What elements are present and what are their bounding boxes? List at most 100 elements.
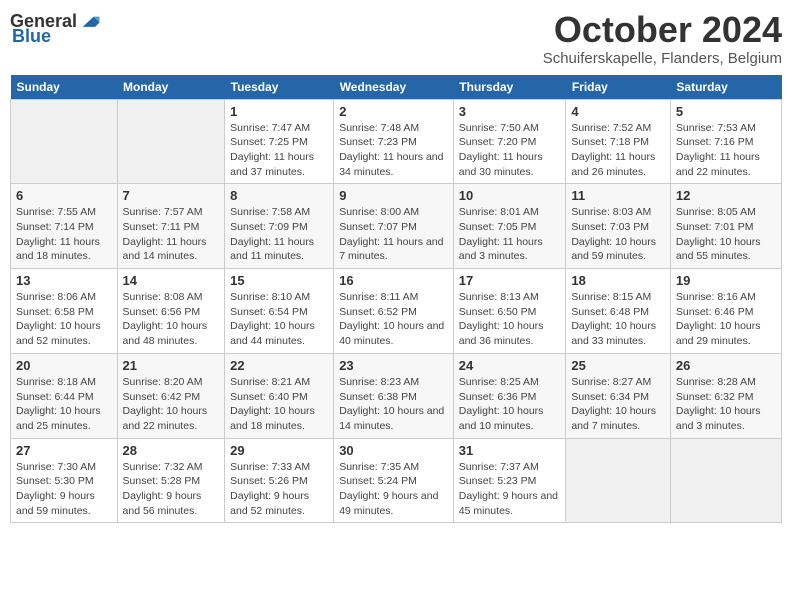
calendar-body: 1 Sunrise: 7:47 AM Sunset: 7:25 PM Daylig… <box>11 99 782 523</box>
day-info: Sunrise: 8:10 AM Sunset: 6:54 PM Dayligh… <box>230 290 328 349</box>
calendar-header-row: SundayMondayTuesdayWednesdayThursdayFrid… <box>11 75 782 100</box>
calendar-week-row: 13 Sunrise: 8:06 AM Sunset: 6:58 PM Dayli… <box>11 269 782 354</box>
calendar-cell: 19Sunrise: 8:16 AM Sunset: 6:46 PM Dayli… <box>670 269 781 354</box>
title-block: October 2024 Schuiferskapelle, Flanders,… <box>543 10 782 67</box>
day-number: 25 <box>571 358 665 373</box>
calendar-cell: 25 Sunrise: 8:27 AM Sunset: 6:34 PM Dayli… <box>566 353 671 438</box>
calendar-cell: 11Sunrise: 8:03 AM Sunset: 7:03 PM Dayli… <box>566 184 671 269</box>
day-info: Sunrise: 8:23 AM Sunset: 6:38 PM Dayligh… <box>339 375 448 434</box>
day-info: Sunrise: 8:11 AM Sunset: 6:52 PM Dayligh… <box>339 290 448 349</box>
day-number: 28 <box>123 443 220 458</box>
calendar-day-header: Thursday <box>453 75 566 100</box>
calendar-cell: 7 Sunrise: 7:57 AM Sunset: 7:11 PM Daylig… <box>117 184 225 269</box>
day-number: 15 <box>230 273 328 288</box>
day-number: 22 <box>230 358 328 373</box>
calendar-cell: 17 Sunrise: 8:13 AM Sunset: 6:50 PM Dayli… <box>453 269 566 354</box>
calendar-day-header: Saturday <box>670 75 781 100</box>
calendar-cell: 9 Sunrise: 8:00 AM Sunset: 7:07 PM Daylig… <box>334 184 454 269</box>
calendar-cell <box>11 99 118 184</box>
calendar-cell: 1 Sunrise: 7:47 AM Sunset: 7:25 PM Daylig… <box>225 99 334 184</box>
day-number: 18 <box>571 273 665 288</box>
calendar-cell: 27Sunrise: 7:30 AM Sunset: 5:30 PM Dayli… <box>11 438 118 523</box>
day-info: Sunrise: 7:32 AM Sunset: 5:28 PM Dayligh… <box>123 460 220 519</box>
day-info: Sunrise: 8:03 AM Sunset: 7:03 PM Dayligh… <box>571 205 665 264</box>
calendar-cell: 13 Sunrise: 8:06 AM Sunset: 6:58 PM Dayli… <box>11 269 118 354</box>
day-info: Sunrise: 7:30 AM Sunset: 5:30 PM Dayligh… <box>16 460 112 519</box>
calendar-day-header: Tuesday <box>225 75 334 100</box>
day-number: 5 <box>676 104 776 119</box>
day-info: Sunrise: 8:00 AM Sunset: 7:07 PM Dayligh… <box>339 205 448 264</box>
calendar-cell: 29 Sunrise: 7:33 AM Sunset: 5:26 PM Dayli… <box>225 438 334 523</box>
day-info: Sunrise: 7:53 AM Sunset: 7:16 PM Dayligh… <box>676 121 776 180</box>
calendar-cell: 12 Sunrise: 8:05 AM Sunset: 7:01 PM Dayli… <box>670 184 781 269</box>
day-number: 2 <box>339 104 448 119</box>
day-number: 4 <box>571 104 665 119</box>
calendar-cell: 15 Sunrise: 8:10 AM Sunset: 6:54 PM Dayli… <box>225 269 334 354</box>
day-info: Sunrise: 8:16 AM Sunset: 6:46 PM Dayligh… <box>676 290 776 349</box>
calendar-cell: 21 Sunrise: 8:20 AM Sunset: 6:42 PM Dayli… <box>117 353 225 438</box>
day-info: Sunrise: 7:47 AM Sunset: 7:25 PM Dayligh… <box>230 121 328 180</box>
calendar-cell: 14 Sunrise: 8:08 AM Sunset: 6:56 PM Dayli… <box>117 269 225 354</box>
day-info: Sunrise: 7:57 AM Sunset: 7:11 PM Dayligh… <box>123 205 220 264</box>
day-number: 16 <box>339 273 448 288</box>
calendar-cell: 31Sunrise: 7:37 AM Sunset: 5:23 PM Dayli… <box>453 438 566 523</box>
day-info: Sunrise: 8:05 AM Sunset: 7:01 PM Dayligh… <box>676 205 776 264</box>
calendar-cell: 30 Sunrise: 7:35 AM Sunset: 5:24 PM Dayli… <box>334 438 454 523</box>
day-number: 24 <box>459 358 561 373</box>
calendar-cell: 20 Sunrise: 8:18 AM Sunset: 6:44 PM Dayli… <box>11 353 118 438</box>
calendar-cell: 6Sunrise: 7:55 AM Sunset: 7:14 PM Daylig… <box>11 184 118 269</box>
calendar-week-row: 1 Sunrise: 7:47 AM Sunset: 7:25 PM Daylig… <box>11 99 782 184</box>
calendar-week-row: 27Sunrise: 7:30 AM Sunset: 5:30 PM Dayli… <box>11 438 782 523</box>
calendar-cell: 18 Sunrise: 8:15 AM Sunset: 6:48 PM Dayli… <box>566 269 671 354</box>
day-number: 7 <box>123 188 220 203</box>
day-info: Sunrise: 8:08 AM Sunset: 6:56 PM Dayligh… <box>123 290 220 349</box>
day-info: Sunrise: 7:35 AM Sunset: 5:24 PM Dayligh… <box>339 460 448 519</box>
day-info: Sunrise: 8:27 AM Sunset: 6:34 PM Dayligh… <box>571 375 665 434</box>
calendar-day-header: Wednesday <box>334 75 454 100</box>
day-number: 29 <box>230 443 328 458</box>
calendar-cell <box>117 99 225 184</box>
calendar-cell: 24 Sunrise: 8:25 AM Sunset: 6:36 PM Dayli… <box>453 353 566 438</box>
day-number: 3 <box>459 104 561 119</box>
main-title: October 2024 <box>543 10 782 50</box>
day-info: Sunrise: 7:48 AM Sunset: 7:23 PM Dayligh… <box>339 121 448 180</box>
day-info: Sunrise: 8:01 AM Sunset: 7:05 PM Dayligh… <box>459 205 561 264</box>
day-info: Sunrise: 7:50 AM Sunset: 7:20 PM Dayligh… <box>459 121 561 180</box>
day-info: Sunrise: 8:20 AM Sunset: 6:42 PM Dayligh… <box>123 375 220 434</box>
calendar-cell: 10Sunrise: 8:01 AM Sunset: 7:05 PM Dayli… <box>453 184 566 269</box>
day-number: 20 <box>16 358 112 373</box>
day-number: 30 <box>339 443 448 458</box>
calendar-day-header: Friday <box>566 75 671 100</box>
day-info: Sunrise: 8:13 AM Sunset: 6:50 PM Dayligh… <box>459 290 561 349</box>
calendar-cell: 28 Sunrise: 7:32 AM Sunset: 5:28 PM Dayli… <box>117 438 225 523</box>
day-number: 13 <box>16 273 112 288</box>
subtitle: Schuiferskapelle, Flanders, Belgium <box>543 50 782 67</box>
day-number: 9 <box>339 188 448 203</box>
calendar-cell: 22Sunrise: 8:21 AM Sunset: 6:40 PM Dayli… <box>225 353 334 438</box>
calendar-cell: 8Sunrise: 7:58 AM Sunset: 7:09 PM Daylig… <box>225 184 334 269</box>
day-info: Sunrise: 7:33 AM Sunset: 5:26 PM Dayligh… <box>230 460 328 519</box>
calendar-cell: 3 Sunrise: 7:50 AM Sunset: 7:20 PM Daylig… <box>453 99 566 184</box>
logo: General Blue <box>10 10 101 47</box>
day-number: 21 <box>123 358 220 373</box>
calendar-table: SundayMondayTuesdayWednesdayThursdayFrid… <box>10 75 782 524</box>
day-number: 23 <box>339 358 448 373</box>
logo-icon <box>79 10 101 32</box>
day-number: 14 <box>123 273 220 288</box>
calendar-cell: 5 Sunrise: 7:53 AM Sunset: 7:16 PM Daylig… <box>670 99 781 184</box>
day-info: Sunrise: 8:15 AM Sunset: 6:48 PM Dayligh… <box>571 290 665 349</box>
logo-text-blue: Blue <box>12 26 51 47</box>
calendar-cell: 23 Sunrise: 8:23 AM Sunset: 6:38 PM Dayli… <box>334 353 454 438</box>
day-number: 26 <box>676 358 776 373</box>
day-info: Sunrise: 8:28 AM Sunset: 6:32 PM Dayligh… <box>676 375 776 434</box>
calendar-week-row: 6Sunrise: 7:55 AM Sunset: 7:14 PM Daylig… <box>11 184 782 269</box>
day-number: 17 <box>459 273 561 288</box>
day-info: Sunrise: 8:25 AM Sunset: 6:36 PM Dayligh… <box>459 375 561 434</box>
day-info: Sunrise: 8:18 AM Sunset: 6:44 PM Dayligh… <box>16 375 112 434</box>
day-number: 12 <box>676 188 776 203</box>
day-number: 8 <box>230 188 328 203</box>
day-info: Sunrise: 8:06 AM Sunset: 6:58 PM Dayligh… <box>16 290 112 349</box>
day-number: 1 <box>230 104 328 119</box>
calendar-cell: 4Sunrise: 7:52 AM Sunset: 7:18 PM Daylig… <box>566 99 671 184</box>
day-number: 31 <box>459 443 561 458</box>
